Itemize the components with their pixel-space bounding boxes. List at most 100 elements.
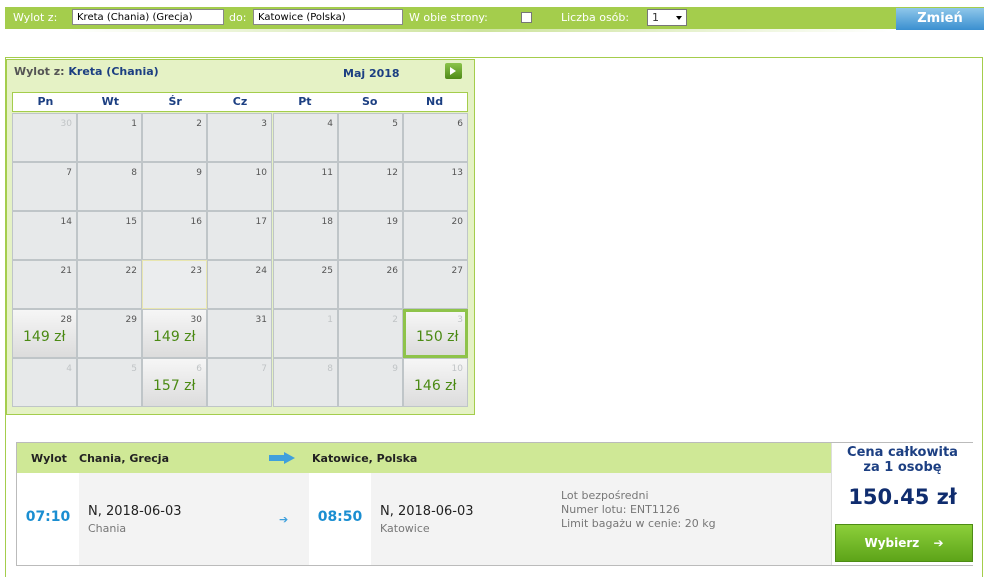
day-number: 12: [386, 168, 398, 178]
calendar-day[interactable]: 30 149 zł: [142, 309, 207, 358]
small-arrow-right-icon: ➔: [279, 513, 289, 526]
day-number: 15: [125, 217, 137, 227]
persons-label: Liczba osób:: [561, 11, 630, 24]
arrival-time: 08:50: [317, 509, 363, 525]
day-number: 8: [131, 168, 137, 178]
day-number: 1: [131, 119, 137, 129]
day-number: 23: [190, 266, 202, 276]
weekday-label: Pt: [298, 95, 312, 108]
total-price: 150.45 zł: [848, 485, 957, 509]
day-number: 22: [125, 266, 137, 276]
next-month-arrow-icon[interactable]: [445, 63, 462, 79]
day-number: 10: [255, 168, 267, 178]
to-input[interactable]: Katowice (Polska): [253, 9, 403, 25]
change-search-button[interactable]: Zmień: [896, 8, 984, 30]
calendar-day: 31: [207, 309, 272, 358]
price-label-line1: Cena całkowita: [847, 445, 958, 460]
calendar-day[interactable]: 10 146 zł: [403, 358, 468, 407]
day-number: 14: [60, 217, 72, 227]
day-number: 26: [386, 266, 398, 276]
calendar-weekdays: Pn Wt Śr Cz Pt So Nd: [12, 92, 468, 112]
day-number: 6: [196, 364, 202, 374]
calendar-day[interactable]: 28 149 zł: [12, 309, 77, 358]
weekday-label: Pn: [37, 95, 54, 108]
flight-details: 07:10 N, 2018-06-03 Chania ➔ 08:50 N, 20…: [17, 473, 831, 565]
select-flight-button[interactable]: Wybierz ➔: [835, 524, 973, 562]
calendar: Wylot z: Kreta (Chania) Maj 2018 Pn Wt Śr C…: [6, 59, 475, 415]
baggage-limit: Limit bagażu w cenie: 20 kg: [561, 517, 716, 530]
arrow-right-icon: [269, 452, 295, 464]
calendar-day: 9: [338, 358, 403, 407]
from-input[interactable]: Kreta (Chania) (Grecja): [72, 9, 224, 25]
day-number: 25: [321, 266, 333, 276]
day-number: 5: [131, 364, 137, 374]
flight-info: Lot bezpośredni Numer lotu: ENT1126 Limi…: [561, 489, 716, 531]
calendar-day: 19: [338, 211, 403, 260]
calendar-day: 25: [273, 260, 338, 309]
calendar-day: 10: [207, 162, 272, 211]
calendar-day: 4: [273, 113, 338, 162]
calendar-day: 9: [142, 162, 207, 211]
chevron-down-icon: [676, 16, 682, 20]
day-number: 8: [327, 364, 333, 374]
calendar-day: 30: [12, 113, 77, 162]
weekday-label: Cz: [232, 95, 248, 108]
calendar-day: 7: [12, 162, 77, 211]
weekday-label: Nd: [426, 95, 444, 108]
day-number: 30: [60, 119, 72, 129]
roundtrip-checkbox[interactable]: [521, 12, 532, 23]
day-number: 2: [392, 315, 398, 325]
calendar-day: 15: [77, 211, 142, 260]
day-number: 13: [451, 168, 463, 178]
day-number: 4: [66, 364, 72, 374]
calendar-day: 5: [77, 358, 142, 407]
calendar-day: 4: [12, 358, 77, 407]
calendar-day-selected[interactable]: 3 150 zł: [403, 309, 468, 358]
calendar-day: 11: [273, 162, 338, 211]
arrow-right-icon: ➔: [933, 536, 944, 550]
day-number: 17: [255, 217, 267, 227]
day-number: 9: [196, 168, 202, 178]
departure-time-box: 07:10: [17, 473, 79, 565]
calendar-day[interactable]: 6 157 zł: [142, 358, 207, 407]
weekday-label: Wt: [101, 95, 119, 108]
calendar-day: 8: [77, 162, 142, 211]
day-price: 146 zł: [414, 378, 457, 394]
calendar-title-city: Kreta (Chania): [68, 65, 159, 78]
day-number: 11: [321, 168, 333, 178]
departure-date: N, 2018-06-03: [88, 504, 182, 519]
day-number: 2: [196, 119, 202, 129]
calendar-day: 21: [12, 260, 77, 309]
calendar-day: 26: [338, 260, 403, 309]
calendar-day: 2: [142, 113, 207, 162]
day-number: 29: [125, 315, 137, 325]
flight-origin: Chania, Grecja: [79, 452, 169, 465]
calendar-day: 13: [403, 162, 468, 211]
day-number: 21: [60, 266, 72, 276]
calendar-month: Maj 2018: [343, 67, 400, 80]
calendar-day: 1: [77, 113, 142, 162]
day-price: 150 zł: [416, 329, 459, 345]
calendar-day: 18: [273, 211, 338, 260]
price-box: Cena całkowita za 1 osobę 150.45 zł Wybi…: [831, 443, 973, 565]
calendar-day: 14: [12, 211, 77, 260]
day-number: 28: [60, 315, 72, 325]
day-number: 3: [261, 119, 267, 129]
day-number: 16: [190, 217, 202, 227]
calendar-title-prefix: Wylot z:: [14, 65, 65, 78]
flight-card: Wylot Chania, Grecja Katowice, Polska 07…: [16, 442, 973, 566]
calendar-day: 12: [338, 162, 403, 211]
arrival-city: Katowice: [380, 522, 430, 535]
day-number: 7: [66, 168, 72, 178]
day-number: 6: [457, 119, 463, 129]
day-number: 3: [457, 315, 463, 325]
day-number: 7: [261, 364, 267, 374]
flight-type: Lot bezpośredni: [561, 489, 649, 502]
search-bar: Wylot z: Kreta (Chania) (Grecja) do: Kat…: [5, 7, 984, 29]
calendar-day: 2: [338, 309, 403, 358]
calendar-day: 27: [403, 260, 468, 309]
from-label: Wylot z:: [13, 11, 58, 24]
calendar-day: 24: [207, 260, 272, 309]
arrival-time-box: 08:50: [309, 473, 371, 565]
persons-select[interactable]: 1: [647, 9, 687, 26]
